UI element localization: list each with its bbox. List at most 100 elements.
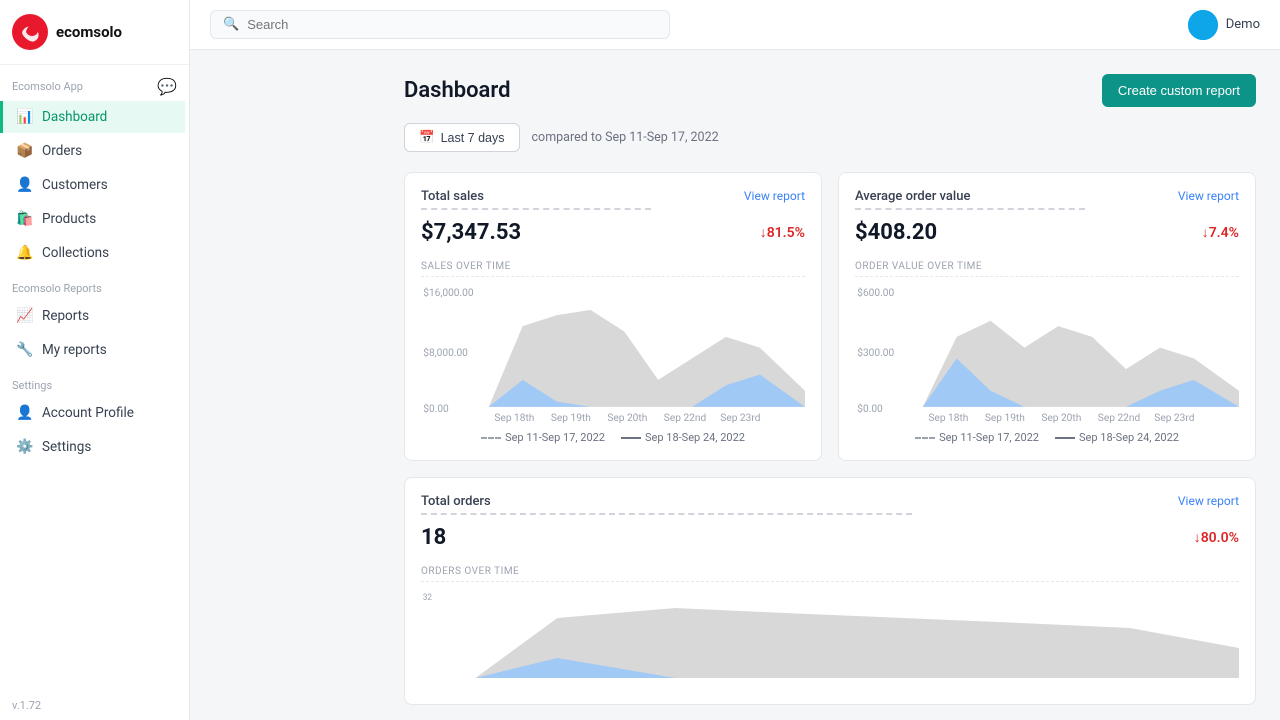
total-sales-value-row: $7,347.53 ↓81.5% bbox=[421, 220, 805, 245]
legend-dashed-line bbox=[915, 437, 935, 439]
x-label-2: Sep 19th bbox=[985, 413, 1025, 423]
x-label-1: Sep 18th bbox=[494, 413, 534, 423]
avg-order-title: Average order value bbox=[855, 189, 970, 204]
reports-icon: 📈 bbox=[16, 308, 34, 324]
y-label-top: $600.00 bbox=[857, 288, 894, 299]
x-label-5: Sep 23rd bbox=[720, 413, 760, 423]
avg-order-chart-label: ORDER VALUE OVER TIME bbox=[855, 261, 1239, 277]
avg-order-legend: Sep 11-Sep 17, 2022 Sep 18-Sep 24, 2022 bbox=[855, 431, 1239, 444]
legend-prev: Sep 11-Sep 17, 2022 bbox=[915, 431, 1039, 444]
total-sales-card: Total sales View report $7,347.53 ↓81.5%… bbox=[404, 172, 822, 461]
calendar-icon: 📅 bbox=[419, 130, 435, 145]
avg-order-change: ↓7.4% bbox=[1202, 224, 1239, 241]
settings-section-label: Settings bbox=[0, 367, 189, 396]
app-section-label: Ecomsolo App 💬 bbox=[0, 65, 189, 100]
search-box[interactable]: 🔍 bbox=[210, 10, 670, 39]
total-sales-chart-label: SALES OVER TIME bbox=[421, 261, 805, 277]
total-orders-chart: 32 bbox=[421, 588, 1239, 688]
legend-curr: Sep 18-Sep 24, 2022 bbox=[621, 431, 745, 444]
account-profile-icon: 👤 bbox=[16, 405, 34, 421]
total-sales-header: Total sales View report bbox=[421, 189, 805, 204]
main-content: Dashboard Create custom report 📅 Last 7 … bbox=[380, 50, 1280, 720]
sidebar-item-account-profile[interactable]: 👤 Account Profile bbox=[4, 397, 185, 429]
total-sales-underline bbox=[421, 208, 651, 210]
logo-icon bbox=[12, 14, 48, 50]
logo-text: ecomsolo bbox=[56, 23, 122, 41]
topnav: 🔍 Demo bbox=[190, 0, 1280, 50]
sidebar-item-orders[interactable]: 📦 Orders bbox=[4, 135, 185, 167]
user-name: Demo bbox=[1226, 17, 1260, 32]
total-orders-header: Total orders View report bbox=[421, 494, 1239, 509]
chat-icon: 💬 bbox=[157, 77, 177, 96]
sidebar-item-collections[interactable]: 🔔 Collections bbox=[4, 237, 185, 269]
reports-section-label: Ecomsolo Reports bbox=[0, 270, 189, 299]
create-custom-report-button[interactable]: Create custom report bbox=[1102, 74, 1256, 107]
date-range-button[interactable]: 📅 Last 7 days bbox=[404, 123, 520, 152]
collections-icon: 🔔 bbox=[16, 245, 34, 261]
x-label-4: Sep 22nd bbox=[664, 413, 706, 423]
legend-curr: Sep 18-Sep 24, 2022 bbox=[1055, 431, 1179, 444]
total-sales-title: Total sales bbox=[421, 189, 484, 204]
legend-dashed-line bbox=[481, 437, 501, 439]
search-input[interactable] bbox=[247, 17, 657, 32]
x-label-2: Sep 19th bbox=[551, 413, 591, 423]
orders-icon: 📦 bbox=[16, 143, 34, 159]
total-sales-change: ↓81.5% bbox=[760, 224, 805, 241]
sidebar-item-customers[interactable]: 👤 Customers bbox=[4, 169, 185, 201]
legend-solid-line bbox=[621, 437, 641, 439]
sidebar: ecomsolo Ecomsolo App 💬 📊 Dashboard 📦 Or… bbox=[0, 0, 190, 720]
total-orders-view-report-link[interactable]: View report bbox=[1178, 494, 1239, 508]
y-label-mid: $8,000.00 bbox=[423, 348, 468, 359]
legend-solid-line bbox=[1055, 437, 1075, 439]
sidebar-item-reports[interactable]: 📈 Reports bbox=[4, 300, 185, 332]
sidebar-item-dashboard[interactable]: 📊 Dashboard bbox=[0, 101, 185, 133]
power-icon bbox=[1188, 10, 1218, 40]
avg-order-underline bbox=[855, 208, 1085, 210]
logo-area: ecomsolo bbox=[0, 0, 189, 65]
y-label-bot: $0.00 bbox=[857, 404, 883, 415]
x-label-5: Sep 23rd bbox=[1154, 413, 1194, 423]
x-label-3: Sep 20th bbox=[607, 413, 647, 423]
avatar bbox=[1188, 10, 1218, 40]
y-label-top: 32 bbox=[423, 593, 432, 603]
settings-icon: ⚙️ bbox=[16, 439, 34, 455]
products-icon: 🛍️ bbox=[16, 211, 34, 227]
avg-order-view-report-link[interactable]: View report bbox=[1178, 189, 1239, 203]
sidebar-item-settings[interactable]: ⚙️ Settings bbox=[4, 431, 185, 463]
search-icon: 🔍 bbox=[223, 17, 239, 32]
total-orders-title: Total orders bbox=[421, 494, 491, 509]
total-orders-change: ↓80.0% bbox=[1194, 529, 1239, 546]
version-label: v.1.72 bbox=[0, 691, 189, 720]
topnav-right: Demo bbox=[1188, 10, 1260, 40]
total-orders-card: Total orders View report 18 ↓80.0% ORDER… bbox=[404, 477, 1256, 705]
total-orders-chart-label: ORDERS OVER TIME bbox=[421, 566, 1239, 582]
page-header: Dashboard Create custom report bbox=[404, 74, 1256, 107]
avg-order-value-row: $408.20 ↓7.4% bbox=[855, 220, 1239, 245]
x-label-3: Sep 20th bbox=[1041, 413, 1081, 423]
total-orders-underline bbox=[421, 513, 912, 515]
y-label-mid: $300.00 bbox=[857, 348, 894, 359]
total-sales-value: $7,347.53 bbox=[421, 220, 521, 245]
metric-cards-row: Total sales View report $7,347.53 ↓81.5%… bbox=[404, 172, 1256, 461]
avg-order-value-card: Average order value View report $408.20 … bbox=[838, 172, 1256, 461]
x-label-4: Sep 22nd bbox=[1098, 413, 1140, 423]
y-label-bot: $0.00 bbox=[423, 404, 449, 415]
y-label-top: $16,000.00 bbox=[423, 288, 474, 299]
total-sales-view-report-link[interactable]: View report bbox=[744, 189, 805, 203]
compare-text: compared to Sep 11-Sep 17, 2022 bbox=[532, 130, 719, 145]
sidebar-item-my-reports[interactable]: 🔧 My reports bbox=[4, 334, 185, 366]
avg-order-value: $408.20 bbox=[855, 220, 937, 245]
page-title: Dashboard bbox=[404, 78, 510, 103]
dashboard-icon: 📊 bbox=[16, 109, 34, 125]
total-orders-value: 18 bbox=[421, 525, 446, 550]
sidebar-item-products[interactable]: 🛍️ Products bbox=[4, 203, 185, 235]
my-reports-icon: 🔧 bbox=[16, 342, 34, 358]
avg-order-header: Average order value View report bbox=[855, 189, 1239, 204]
avg-order-chart: $600.00 $300.00 $0.00 Sep 18th Sep 19th … bbox=[855, 283, 1239, 423]
x-label-1: Sep 18th bbox=[928, 413, 968, 423]
total-sales-legend: Sep 11-Sep 17, 2022 Sep 18-Sep 24, 2022 bbox=[421, 431, 805, 444]
customers-icon: 👤 bbox=[16, 177, 34, 193]
date-bar: 📅 Last 7 days compared to Sep 11-Sep 17,… bbox=[404, 123, 1256, 152]
total-orders-value-row: 18 ↓80.0% bbox=[421, 525, 1239, 550]
total-sales-chart: $16,000.00 $8,000.00 $0.00 Sep 18th Sep … bbox=[421, 283, 805, 423]
